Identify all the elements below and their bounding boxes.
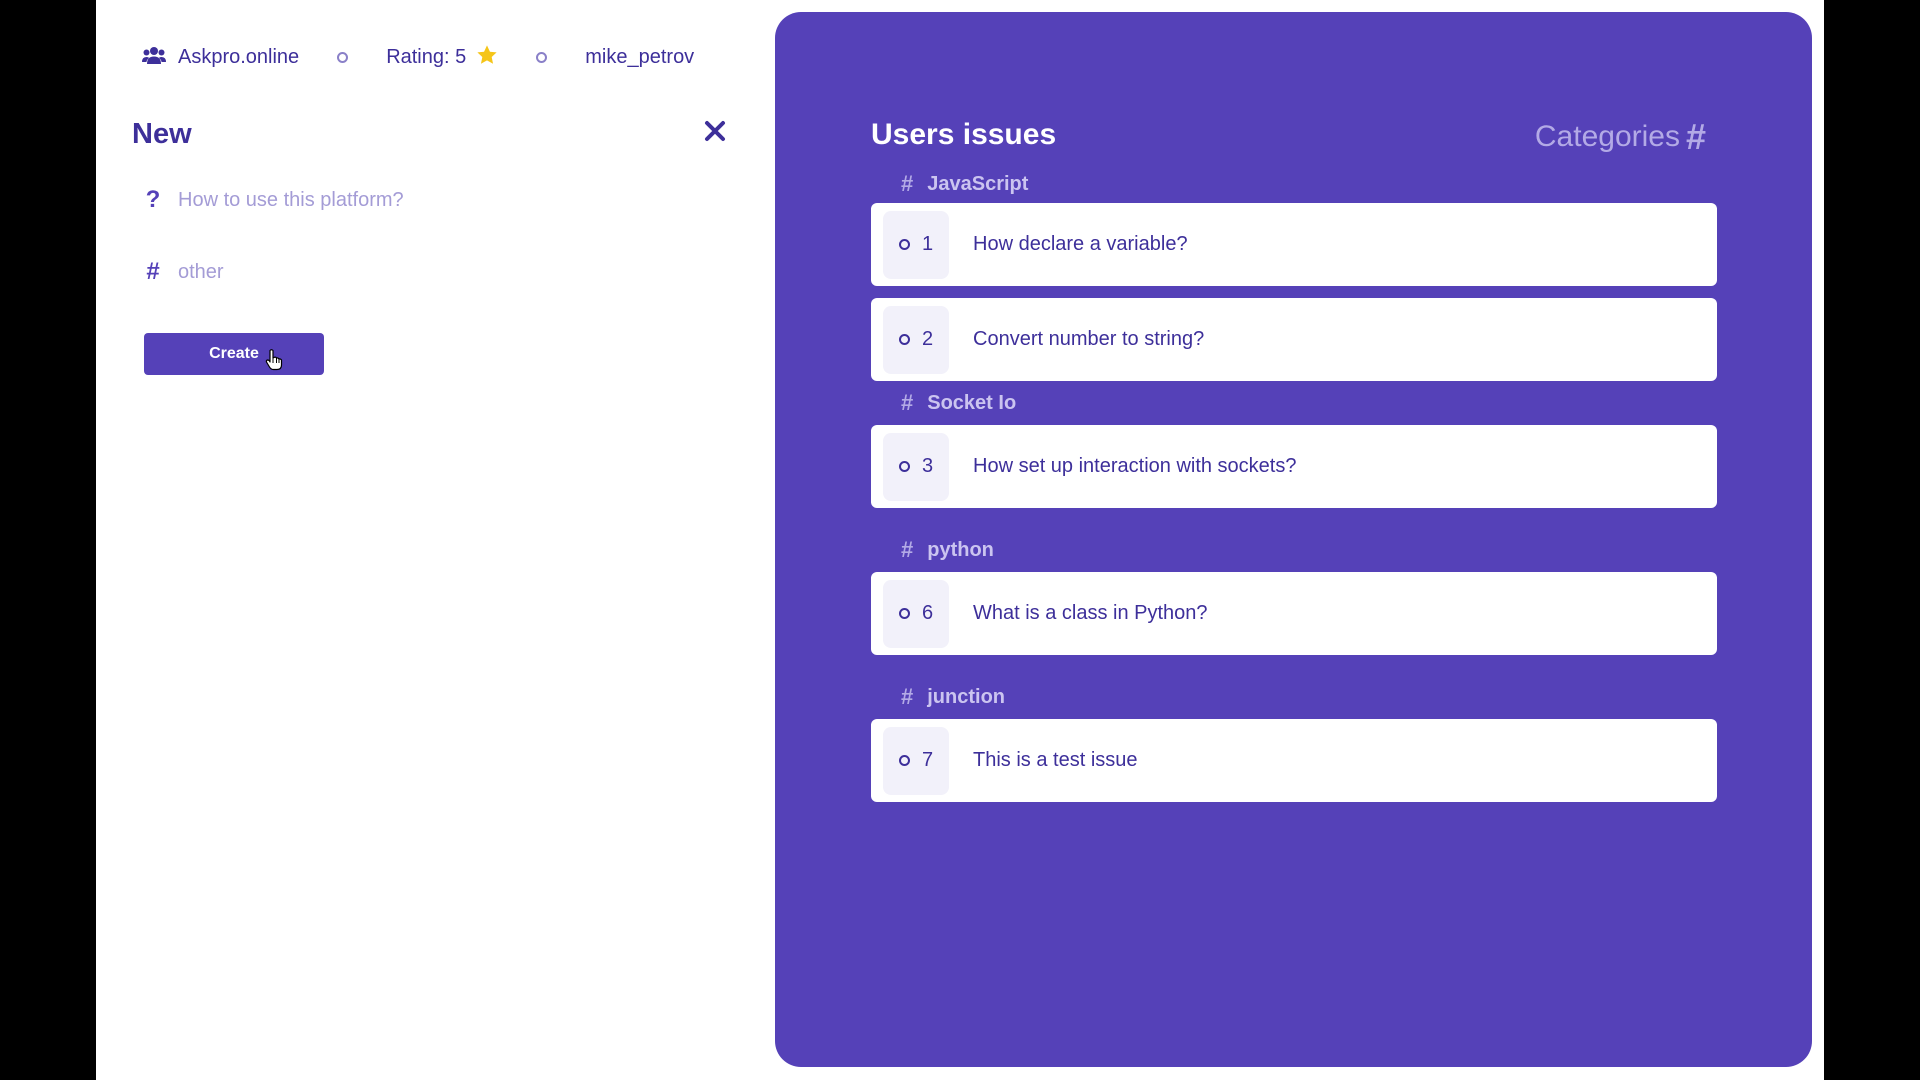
users-icon (142, 46, 166, 69)
brand[interactable]: Askpro.online (142, 46, 299, 69)
issue-number: 1 (883, 210, 949, 279)
ring-icon (898, 608, 910, 619)
ring-icon (898, 239, 910, 250)
issue-number-value: 1 (921, 233, 934, 255)
category-field[interactable]: # other (144, 258, 224, 286)
star-icon (476, 44, 498, 71)
issue-number: 6 (883, 579, 949, 648)
ring-icon (898, 334, 910, 345)
issue-number: 3 (883, 432, 949, 501)
hash-icon: # (901, 537, 914, 562)
category-heading: # Socket Io (871, 381, 1717, 425)
issue-number-value: 2 (921, 328, 934, 350)
new-issue-title: New (132, 118, 192, 150)
ring-icon (898, 755, 910, 766)
username[interactable]: mike_petrov (585, 46, 694, 69)
question-icon: ? (145, 186, 161, 213)
brand-name: Askpro.online (178, 45, 300, 68)
app-window: Askpro.online Rating: 5 mike_petrov New … (96, 0, 1824, 1080)
category-heading: # junction (871, 675, 1717, 719)
hand-cursor-icon (265, 349, 283, 376)
issue-number-value: 7 (921, 749, 934, 771)
issue-number-value: 3 (921, 455, 934, 477)
category-input[interactable]: other (178, 261, 224, 284)
category-name: JavaScript (927, 172, 1029, 195)
issue-number: 2 (883, 305, 949, 374)
rating-text: Rating: 5 (386, 45, 467, 68)
issue-card[interactable]: 6 What is a class in Python? (871, 572, 1717, 655)
issue-list: # JavaScript 1 How declare a variable? 2… (871, 165, 1717, 802)
separator-dot (337, 51, 349, 63)
issue-title: How set up interaction with sockets? (973, 455, 1297, 477)
separator-dot (536, 51, 548, 63)
rating: Rating: 5 (386, 44, 498, 71)
issue-card[interactable]: 2 Convert number to string? (871, 298, 1717, 381)
hash-icon: # (901, 390, 914, 415)
category-name: Socket Io (927, 391, 1017, 414)
categories-button[interactable]: Categories # (1535, 116, 1706, 158)
issue-title: This is a test issue (973, 749, 1138, 771)
issue-title: Convert number to string? (973, 328, 1205, 350)
top-bar: Askpro.online Rating: 5 mike_petrov (142, 42, 694, 72)
create-button[interactable]: Create (144, 333, 324, 375)
categories-label: Categories (1534, 120, 1680, 153)
hash-icon: # (1685, 116, 1706, 157)
issue-card[interactable]: 1 How declare a variable? (871, 203, 1717, 286)
question-field[interactable]: ? How to use this platform? (144, 186, 404, 214)
issue-title: How declare a variable? (973, 233, 1188, 255)
category-heading: # JavaScript (871, 165, 1717, 203)
issues-title: Users issues (871, 118, 1057, 151)
hash-icon: # (146, 258, 160, 285)
issue-card[interactable]: 3 How set up interaction with sockets? (871, 425, 1717, 508)
ring-icon (898, 461, 910, 472)
category-name: junction (927, 685, 1006, 708)
issue-card[interactable]: 7 This is a test issue (871, 719, 1717, 802)
issue-title: What is a class in Python? (973, 602, 1208, 624)
hash-icon: # (901, 171, 914, 196)
category-heading: # python (871, 528, 1717, 572)
hash-icon: # (901, 684, 914, 709)
issue-number-value: 6 (921, 602, 934, 624)
close-icon[interactable] (704, 120, 732, 148)
issues-panel: Users issues Categories # # JavaScript 1… (775, 12, 1812, 1067)
question-input[interactable]: How to use this platform? (178, 189, 404, 212)
issue-number: 7 (883, 726, 949, 795)
category-name: python (927, 538, 994, 561)
